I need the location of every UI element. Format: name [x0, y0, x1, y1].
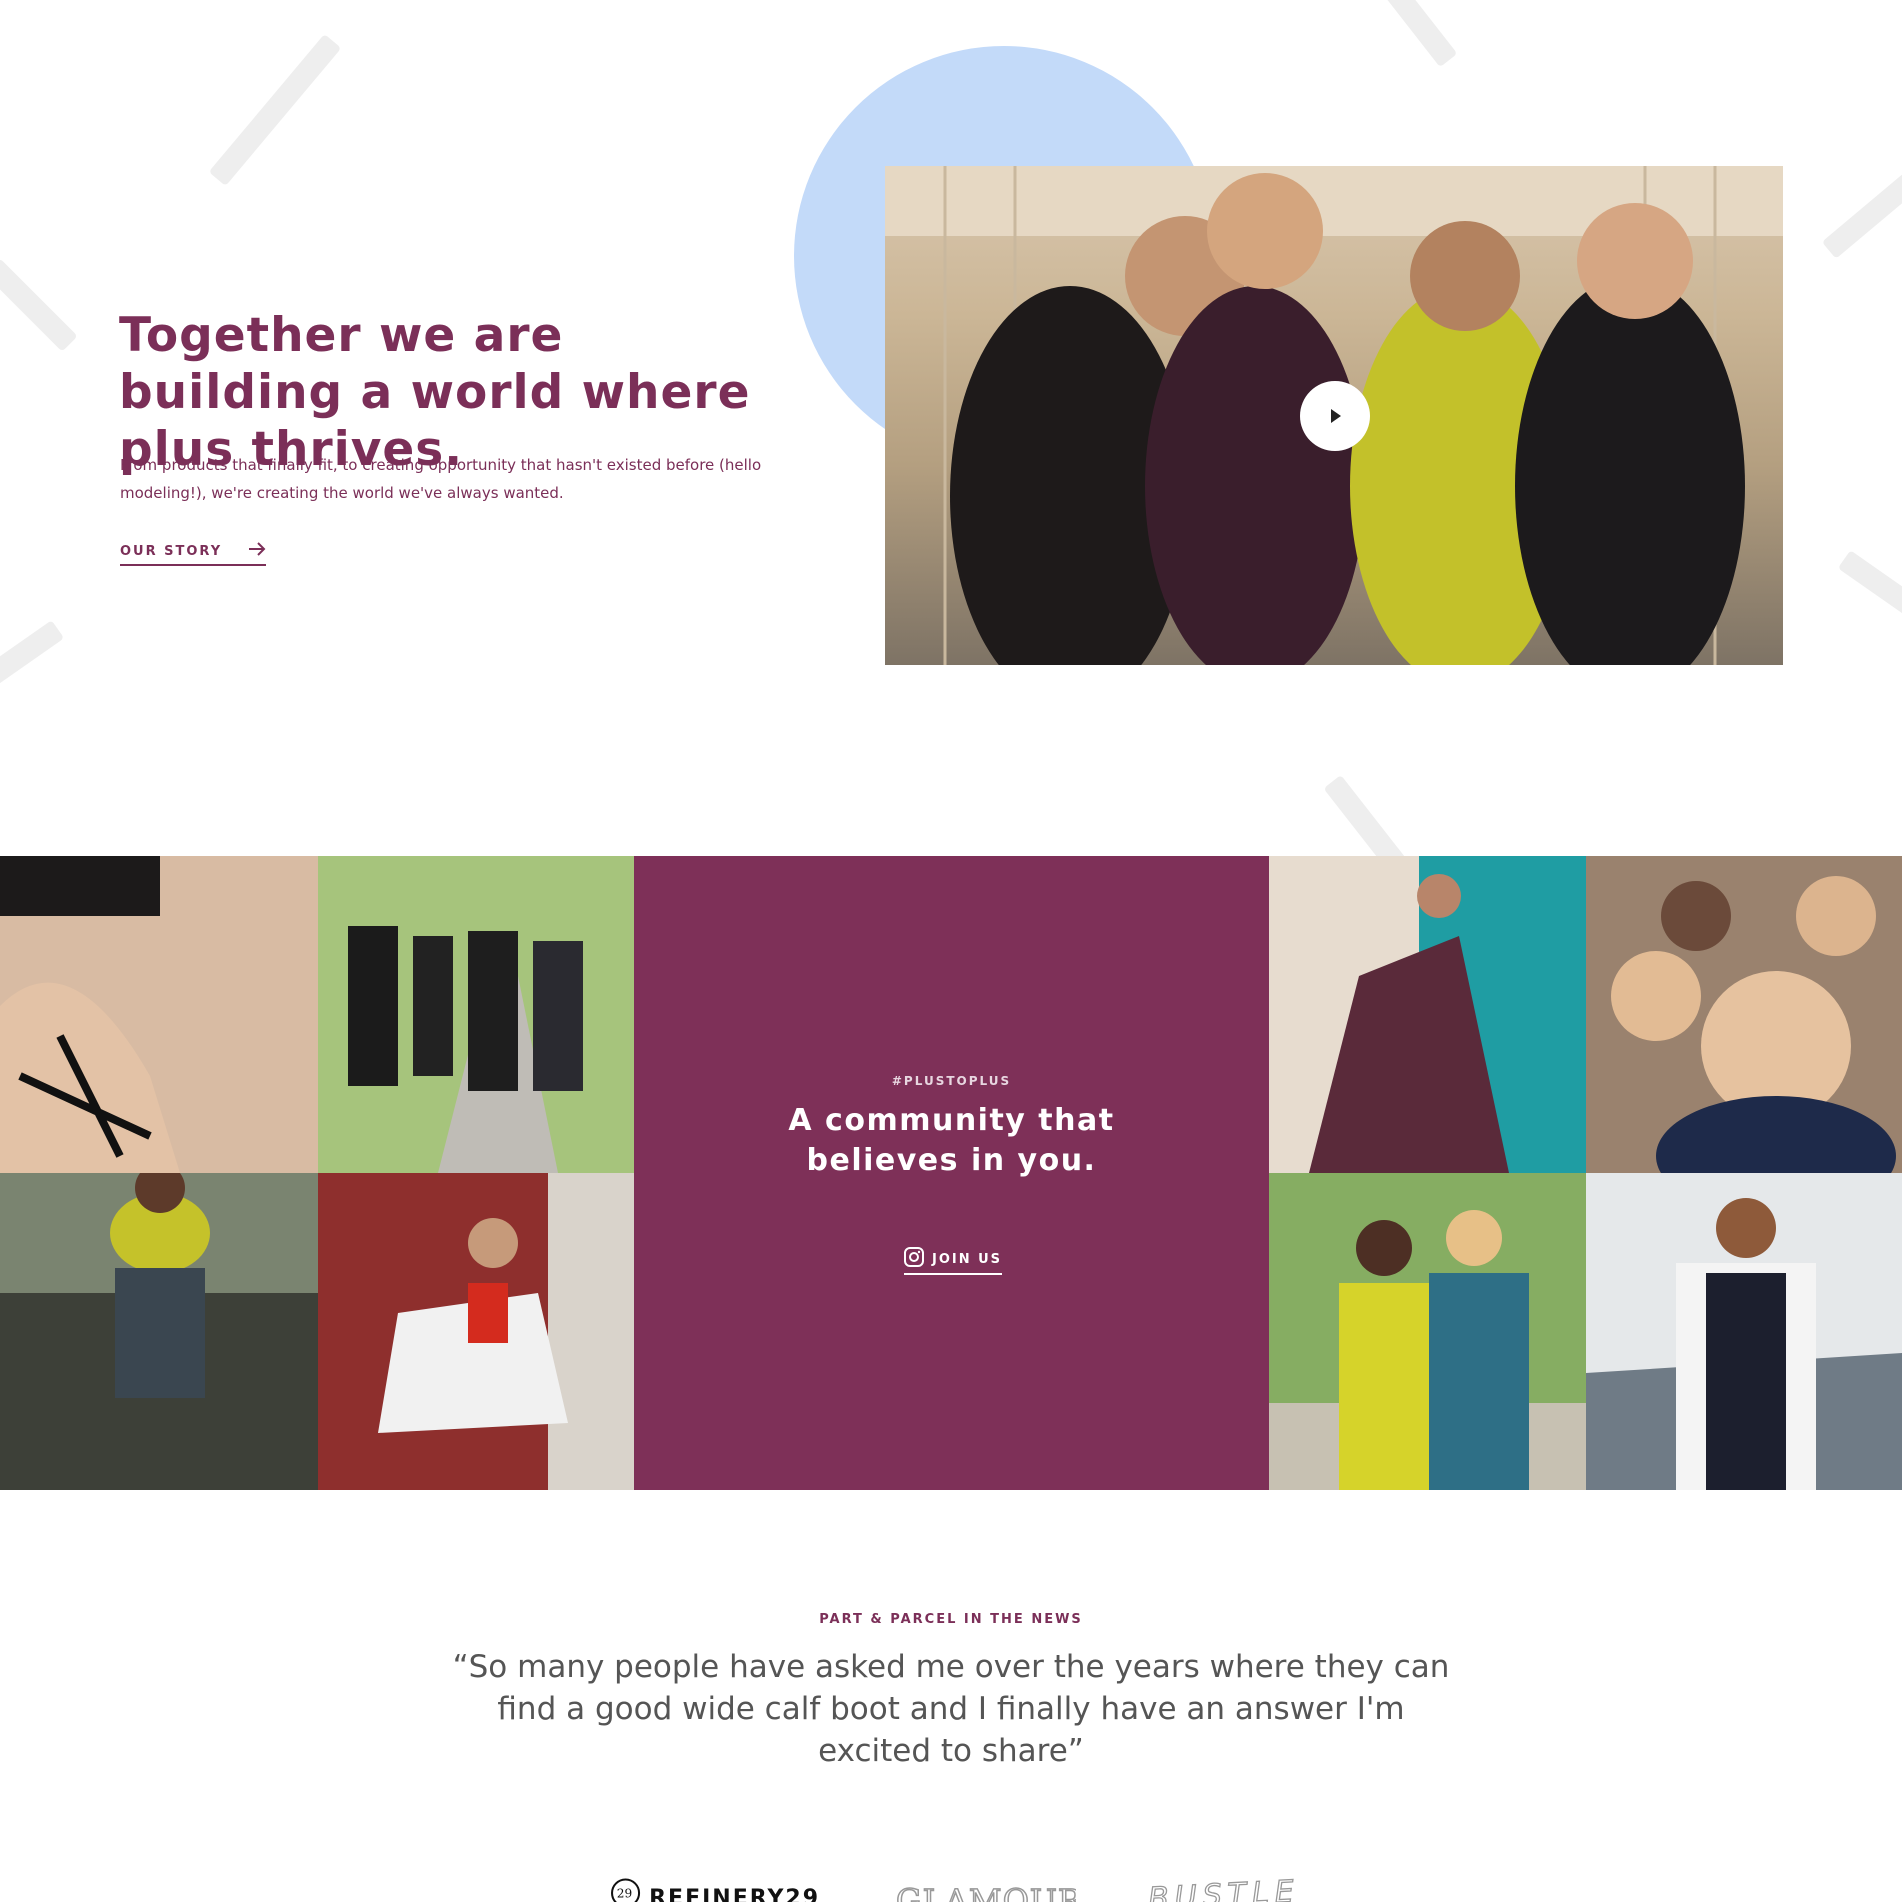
- arrow-right-icon: [248, 542, 266, 560]
- svg-text:29: 29: [617, 1887, 632, 1901]
- join-us-link[interactable]: JOIN US: [904, 1247, 1003, 1275]
- hero-description: From products that finally fit, to creat…: [120, 456, 762, 502]
- refinery29-logo-text: REFINERY29: [649, 1886, 820, 1902]
- community-photo[interactable]: [318, 1173, 634, 1490]
- decorative-stroke: [0, 620, 65, 690]
- community-photo[interactable]: [1586, 1173, 1902, 1490]
- press-quote: “So many people have asked me over the y…: [452, 1649, 1450, 1769]
- glamour-logo-text: GLAMOUR: [896, 1881, 1076, 1902]
- instagram-icon: [904, 1247, 924, 1271]
- decorative-stroke: [1821, 171, 1902, 259]
- decorative-stroke: [0, 258, 78, 352]
- community-photo[interactable]: [0, 856, 318, 1173]
- glamour-logo[interactable]: GLAMOUR: [896, 1870, 1076, 1902]
- community-photo[interactable]: [1269, 856, 1586, 1173]
- bustle-logo-text: BUSTLE: [1148, 1873, 1298, 1902]
- decorative-stroke: [208, 33, 342, 187]
- play-button[interactable]: [1300, 381, 1370, 451]
- join-us-label: JOIN US: [932, 1251, 1003, 1267]
- play-icon: [1331, 409, 1341, 423]
- decorative-stroke: [1384, 0, 1458, 68]
- bustle-logo[interactable]: BUSTLE: [1148, 1870, 1298, 1902]
- community-panel: #PLUSTOPLUS A community that believes in…: [634, 856, 1269, 1490]
- our-story-link[interactable]: OUR STORY: [120, 540, 267, 566]
- community-photo[interactable]: [0, 1173, 318, 1490]
- decorative-stroke: [1837, 550, 1902, 620]
- news-label: PART & PARCEL IN THE NEWS: [819, 1612, 1083, 1627]
- community-photo[interactable]: [1269, 1173, 1586, 1490]
- community-heading: A community that believes in you.: [788, 1103, 1115, 1178]
- our-story-label: OUR STORY: [120, 543, 223, 559]
- refinery29-logo[interactable]: 29 REFINERY29: [610, 1870, 820, 1902]
- community-tag: #PLUSTOPLUS: [891, 1074, 1012, 1088]
- community-photo[interactable]: [1586, 856, 1902, 1173]
- community-photo[interactable]: [318, 856, 634, 1173]
